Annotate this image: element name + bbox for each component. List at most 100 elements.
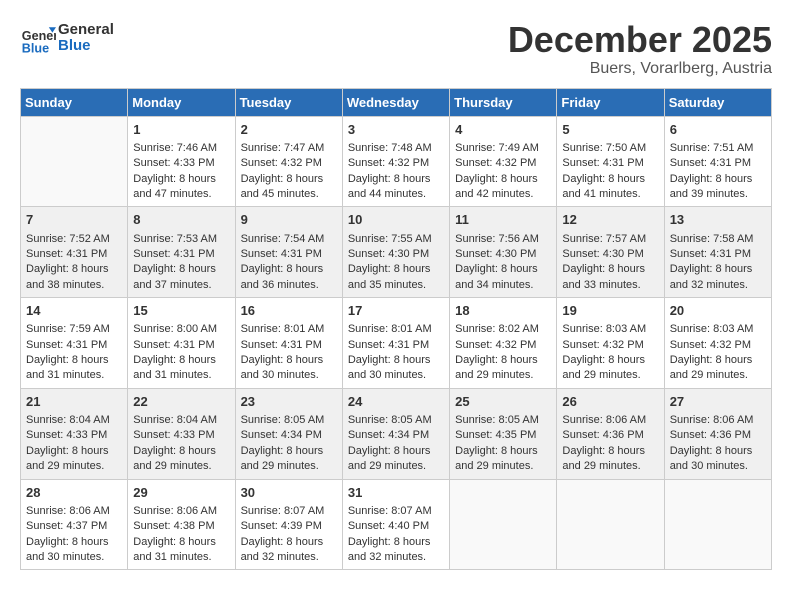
daylight-text: Daylight: 8 hours and 30 minutes. [670, 444, 766, 475]
day-number: 6 [670, 121, 766, 139]
daylight-text: Daylight: 8 hours and 42 minutes. [455, 172, 551, 203]
day-number: 16 [241, 302, 337, 320]
sunrise-text: Sunrise: 7:52 AM [26, 232, 122, 247]
sunset-text: Sunset: 4:31 PM [26, 247, 122, 262]
sunset-text: Sunset: 4:38 PM [133, 519, 229, 534]
calendar-cell: 23Sunrise: 8:05 AMSunset: 4:34 PMDayligh… [235, 388, 342, 479]
daylight-text: Daylight: 8 hours and 29 minutes. [455, 353, 551, 384]
calendar-cell: 16Sunrise: 8:01 AMSunset: 4:31 PMDayligh… [235, 298, 342, 389]
sunrise-text: Sunrise: 7:57 AM [562, 232, 658, 247]
sunset-text: Sunset: 4:40 PM [348, 519, 444, 534]
logo-line1: General [58, 22, 114, 39]
calendar-title: December 2025 [508, 20, 772, 60]
calendar-cell: 7Sunrise: 7:52 AMSunset: 4:31 PMDaylight… [21, 207, 128, 298]
daylight-text: Daylight: 8 hours and 33 minutes. [562, 262, 658, 293]
sunrise-text: Sunrise: 8:03 AM [670, 322, 766, 337]
daylight-text: Daylight: 8 hours and 29 minutes. [133, 444, 229, 475]
calendar-cell: 14Sunrise: 7:59 AMSunset: 4:31 PMDayligh… [21, 298, 128, 389]
weekday-sunday: Sunday [21, 88, 128, 116]
sunset-text: Sunset: 4:32 PM [455, 156, 551, 171]
daylight-text: Daylight: 8 hours and 29 minutes. [562, 444, 658, 475]
daylight-text: Daylight: 8 hours and 30 minutes. [348, 353, 444, 384]
sunset-text: Sunset: 4:35 PM [455, 428, 551, 443]
calendar-cell [21, 116, 128, 207]
day-number: 2 [241, 121, 337, 139]
svg-text:Blue: Blue [22, 41, 49, 55]
day-number: 4 [455, 121, 551, 139]
day-number: 22 [133, 393, 229, 411]
sunrise-text: Sunrise: 8:01 AM [348, 322, 444, 337]
daylight-text: Daylight: 8 hours and 31 minutes. [133, 353, 229, 384]
day-number: 31 [348, 484, 444, 502]
sunset-text: Sunset: 4:33 PM [26, 428, 122, 443]
sunset-text: Sunset: 4:32 PM [241, 156, 337, 171]
day-number: 25 [455, 393, 551, 411]
sunrise-text: Sunrise: 8:06 AM [562, 413, 658, 428]
sunrise-text: Sunrise: 8:05 AM [348, 413, 444, 428]
calendar-cell: 27Sunrise: 8:06 AMSunset: 4:36 PMDayligh… [664, 388, 771, 479]
calendar-cell: 4Sunrise: 7:49 AMSunset: 4:32 PMDaylight… [450, 116, 557, 207]
page-header: General Blue General Blue December 2025 … [20, 20, 772, 78]
daylight-text: Daylight: 8 hours and 45 minutes. [241, 172, 337, 203]
calendar-cell: 9Sunrise: 7:54 AMSunset: 4:31 PMDaylight… [235, 207, 342, 298]
calendar-cell: 8Sunrise: 7:53 AMSunset: 4:31 PMDaylight… [128, 207, 235, 298]
daylight-text: Daylight: 8 hours and 34 minutes. [455, 262, 551, 293]
calendar-table: SundayMondayTuesdayWednesdayThursdayFrid… [20, 88, 772, 571]
sunrise-text: Sunrise: 8:07 AM [241, 504, 337, 519]
sunset-text: Sunset: 4:31 PM [133, 338, 229, 353]
daylight-text: Daylight: 8 hours and 29 minutes. [241, 444, 337, 475]
sunrise-text: Sunrise: 7:53 AM [133, 232, 229, 247]
sunrise-text: Sunrise: 8:06 AM [670, 413, 766, 428]
day-number: 10 [348, 211, 444, 229]
calendar-cell: 13Sunrise: 7:58 AMSunset: 4:31 PMDayligh… [664, 207, 771, 298]
day-number: 5 [562, 121, 658, 139]
sunrise-text: Sunrise: 8:04 AM [26, 413, 122, 428]
weekday-thursday: Thursday [450, 88, 557, 116]
calendar-cell: 1Sunrise: 7:46 AMSunset: 4:33 PMDaylight… [128, 116, 235, 207]
calendar-cell [664, 479, 771, 570]
daylight-text: Daylight: 8 hours and 29 minutes. [26, 444, 122, 475]
daylight-text: Daylight: 8 hours and 32 minutes. [348, 535, 444, 566]
day-number: 24 [348, 393, 444, 411]
calendar-cell: 30Sunrise: 8:07 AMSunset: 4:39 PMDayligh… [235, 479, 342, 570]
sunset-text: Sunset: 4:32 PM [670, 338, 766, 353]
calendar-cell: 6Sunrise: 7:51 AMSunset: 4:31 PMDaylight… [664, 116, 771, 207]
daylight-text: Daylight: 8 hours and 38 minutes. [26, 262, 122, 293]
day-number: 17 [348, 302, 444, 320]
sunrise-text: Sunrise: 8:05 AM [241, 413, 337, 428]
sunrise-text: Sunrise: 7:59 AM [26, 322, 122, 337]
sunset-text: Sunset: 4:31 PM [133, 247, 229, 262]
calendar-cell: 26Sunrise: 8:06 AMSunset: 4:36 PMDayligh… [557, 388, 664, 479]
day-number: 29 [133, 484, 229, 502]
title-section: December 2025 Buers, Vorarlberg, Austria [508, 20, 772, 78]
calendar-cell [450, 479, 557, 570]
day-number: 12 [562, 211, 658, 229]
daylight-text: Daylight: 8 hours and 36 minutes. [241, 262, 337, 293]
sunset-text: Sunset: 4:30 PM [455, 247, 551, 262]
sunset-text: Sunset: 4:36 PM [562, 428, 658, 443]
week-row-4: 21Sunrise: 8:04 AMSunset: 4:33 PMDayligh… [21, 388, 772, 479]
daylight-text: Daylight: 8 hours and 31 minutes. [26, 353, 122, 384]
sunrise-text: Sunrise: 7:51 AM [670, 141, 766, 156]
sunset-text: Sunset: 4:33 PM [133, 156, 229, 171]
week-row-3: 14Sunrise: 7:59 AMSunset: 4:31 PMDayligh… [21, 298, 772, 389]
daylight-text: Daylight: 8 hours and 37 minutes. [133, 262, 229, 293]
day-number: 3 [348, 121, 444, 139]
daylight-text: Daylight: 8 hours and 29 minutes. [670, 353, 766, 384]
daylight-text: Daylight: 8 hours and 47 minutes. [133, 172, 229, 203]
weekday-header-row: SundayMondayTuesdayWednesdayThursdayFrid… [21, 88, 772, 116]
sunrise-text: Sunrise: 8:06 AM [133, 504, 229, 519]
sunrise-text: Sunrise: 8:05 AM [455, 413, 551, 428]
sunrise-text: Sunrise: 7:55 AM [348, 232, 444, 247]
sunset-text: Sunset: 4:31 PM [241, 338, 337, 353]
day-number: 9 [241, 211, 337, 229]
sunrise-text: Sunrise: 7:50 AM [562, 141, 658, 156]
sunset-text: Sunset: 4:39 PM [241, 519, 337, 534]
sunrise-text: Sunrise: 7:46 AM [133, 141, 229, 156]
calendar-cell [557, 479, 664, 570]
calendar-cell: 29Sunrise: 8:06 AMSunset: 4:38 PMDayligh… [128, 479, 235, 570]
sunrise-text: Sunrise: 8:03 AM [562, 322, 658, 337]
calendar-cell: 20Sunrise: 8:03 AMSunset: 4:32 PMDayligh… [664, 298, 771, 389]
daylight-text: Daylight: 8 hours and 30 minutes. [241, 353, 337, 384]
sunset-text: Sunset: 4:32 PM [455, 338, 551, 353]
